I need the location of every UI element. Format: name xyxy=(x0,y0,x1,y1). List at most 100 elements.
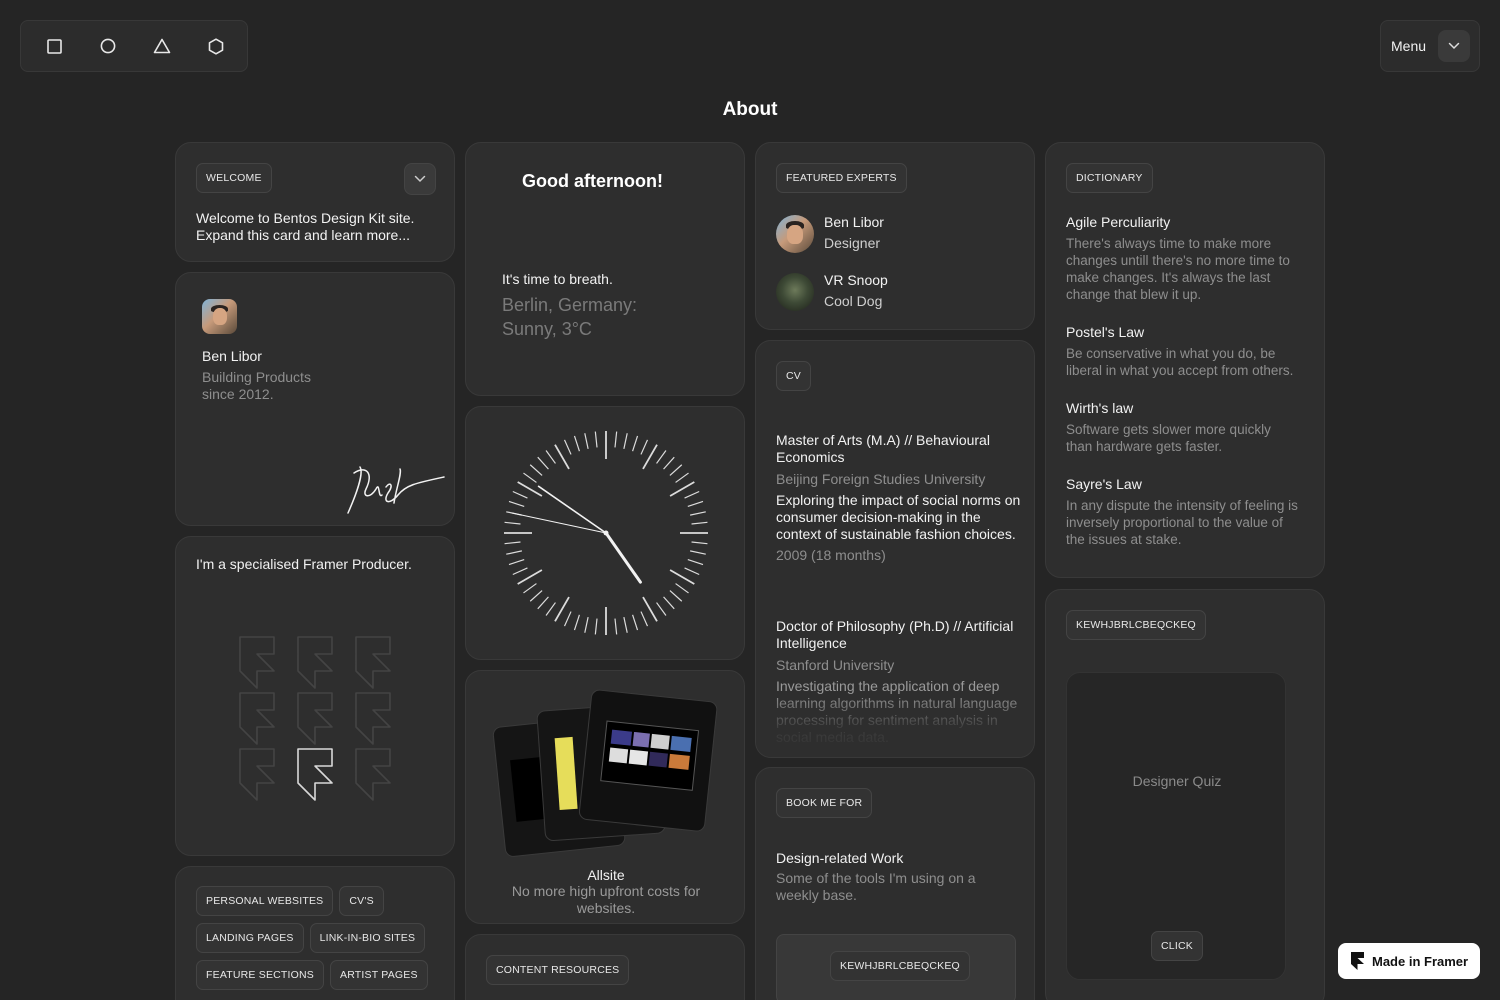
clock-minute-tick xyxy=(669,590,683,602)
expert-role: Designer xyxy=(824,235,881,251)
chevron-down-icon xyxy=(1438,30,1471,62)
welcome-card[interactable]: WELCOME Welcome to Bentos Design Kit sit… xyxy=(175,142,455,262)
clock-minute-tick xyxy=(523,472,537,483)
allsite-subtitle: No more high upfront costs for websites. xyxy=(511,883,701,916)
clock-minute-tick xyxy=(640,439,649,455)
clock-minute-tick xyxy=(675,583,689,594)
clock-minute-tick xyxy=(545,602,556,616)
allsite-card[interactable]: Allsite No more high upfront costs for w… xyxy=(465,670,745,924)
book-inner-tag[interactable]: KEWHJBRLCBEQCKEQ xyxy=(830,951,970,981)
producer-card: I'm a specialised Framer Producer. xyxy=(175,536,455,856)
quiz-click-button[interactable]: CLICK xyxy=(1151,931,1203,961)
clock-minute-tick xyxy=(506,550,523,555)
square-icon[interactable] xyxy=(44,36,64,56)
services-card: PERSONAL WEBSITES CV'S LANDING PAGES LINK-… xyxy=(175,866,455,1000)
book-card: BOOK ME FOR Design-related Work Some of … xyxy=(755,767,1035,1000)
clock-minute-tick xyxy=(563,611,572,627)
clock-minute-tick xyxy=(594,431,598,448)
cv-school: Beijing Foreign Studies University xyxy=(776,471,986,487)
expert-avatar xyxy=(776,273,814,311)
profile-subtitle: Building Products since 2012. xyxy=(202,369,311,402)
clock-minute-tick xyxy=(584,616,589,633)
allsite-title: Allsite xyxy=(587,867,625,883)
book-title: Design-related Work xyxy=(776,850,904,866)
clock-minute-tick xyxy=(529,464,543,476)
weather-text: Berlin, Germany: Sunny, 3°C xyxy=(502,295,638,339)
clock-minute-tick xyxy=(684,567,700,576)
dictionary-definition: There's always time to make more changes… xyxy=(1066,236,1290,302)
fade-overlay xyxy=(756,691,1034,757)
clock-minute-tick xyxy=(687,559,704,566)
welcome-text: Welcome to Bentos Design Kit site. Expan… xyxy=(196,210,415,243)
clock-minute-tick xyxy=(529,590,543,602)
clock-minute-tick xyxy=(623,433,628,450)
quiz-card: KEWHJBRLCBEQCKEQ Designer Quiz CLICK xyxy=(1045,589,1325,1000)
framer-logo-icon xyxy=(1351,952,1364,970)
framer-logo-grid-icon xyxy=(239,636,391,801)
page-title: About xyxy=(722,99,778,120)
service-tag[interactable]: PERSONAL WEBSITES xyxy=(196,886,334,916)
clock-minute-tick xyxy=(512,490,528,499)
clock-card xyxy=(465,406,745,660)
profile-name: Ben Libor xyxy=(202,348,262,364)
menu-button[interactable]: Menu xyxy=(1380,20,1480,72)
clock-center xyxy=(603,530,609,536)
clock-minute-tick xyxy=(687,500,704,507)
cv-entry: Master of Arts (M.A) // Behavioural Econ… xyxy=(776,432,1021,564)
experts-card: FEATURED EXPERTS Ben Libor Designer VR S… xyxy=(755,142,1035,330)
clock-minute-tick xyxy=(614,431,618,448)
clock-minute-tick xyxy=(689,550,706,555)
clock-minute-tick xyxy=(632,614,639,631)
dictionary-definition: Be conservative in what you do, be liber… xyxy=(1066,346,1294,378)
clock-hour-tick xyxy=(517,569,543,585)
service-tag[interactable]: FEATURE SECTIONS xyxy=(196,960,325,990)
clock-minute-tick xyxy=(656,602,667,616)
clock-hour-tick xyxy=(669,569,695,585)
clock-hour-tick xyxy=(554,444,570,470)
service-tag[interactable]: CV'S xyxy=(339,886,384,916)
clock-minute-tick xyxy=(689,511,706,516)
dictionary-card: DICTIONARY Agile Perculiarity There's al… xyxy=(1045,142,1325,578)
clock-hour-hand xyxy=(604,531,642,584)
service-tag[interactable]: ARTIST PAGES xyxy=(330,960,428,990)
clock-minute-tick xyxy=(573,435,580,452)
services-list: PERSONAL WEBSITES CV'S LANDING PAGES LINK-… xyxy=(196,886,428,997)
clock-minute-tick xyxy=(584,433,589,450)
clock-minute-tick xyxy=(614,618,618,635)
expert-name: VR Snoop xyxy=(824,272,888,288)
producer-text: I'm a specialised Framer Producer. xyxy=(196,556,412,572)
circle-icon[interactable] xyxy=(98,36,118,56)
welcome-tag: WELCOME xyxy=(196,163,272,193)
dictionary-term: Postel's Law xyxy=(1066,324,1145,340)
clock-minute-tick xyxy=(504,541,521,545)
expand-button[interactable] xyxy=(404,163,436,195)
dictionary-tag: DICTIONARY xyxy=(1066,163,1153,193)
cv-tag: CV xyxy=(776,361,811,391)
dictionary-entry: Agile Perculiarity There's always time t… xyxy=(1066,214,1298,303)
signature-icon xyxy=(347,466,445,514)
quiz-panel[interactable]: Designer Quiz CLICK xyxy=(1066,672,1286,980)
clock-minute-tick xyxy=(512,567,528,576)
clock-minute-tick xyxy=(656,450,667,464)
hexagon-icon[interactable] xyxy=(206,36,226,56)
clock-minute-tick xyxy=(504,521,521,525)
made-in-framer-badge[interactable]: Made in Framer xyxy=(1338,943,1480,979)
dictionary-entry: Sayre's Law In any dispute the intensity… xyxy=(1066,476,1298,548)
service-tag[interactable]: LINK-IN-BIO SITES xyxy=(309,923,426,953)
clock-minute-tick xyxy=(573,614,580,631)
clock-minute-tick xyxy=(508,559,525,566)
shape-toolbar xyxy=(20,20,248,72)
clock-hour-tick xyxy=(669,481,695,497)
allsite-preview-image xyxy=(492,689,718,857)
dictionary-entry: Wirth's law Software gets slower more qu… xyxy=(1066,400,1298,455)
clock-minute-tick xyxy=(594,618,598,635)
clock-minute-tick xyxy=(623,616,628,633)
triangle-icon[interactable] xyxy=(152,36,172,56)
dictionary-list: Agile Perculiarity There's always time t… xyxy=(1066,214,1298,548)
dictionary-definition: Software gets slower more quickly than h… xyxy=(1066,422,1271,454)
cv-degree: Master of Arts (M.A) // Behavioural Econ… xyxy=(776,432,990,465)
service-tag[interactable]: LANDING PAGES xyxy=(196,923,304,953)
clock-minute-tick xyxy=(537,456,549,470)
clock-minute-tick xyxy=(632,435,639,452)
cv-period: 2009 (18 months) xyxy=(776,547,886,563)
